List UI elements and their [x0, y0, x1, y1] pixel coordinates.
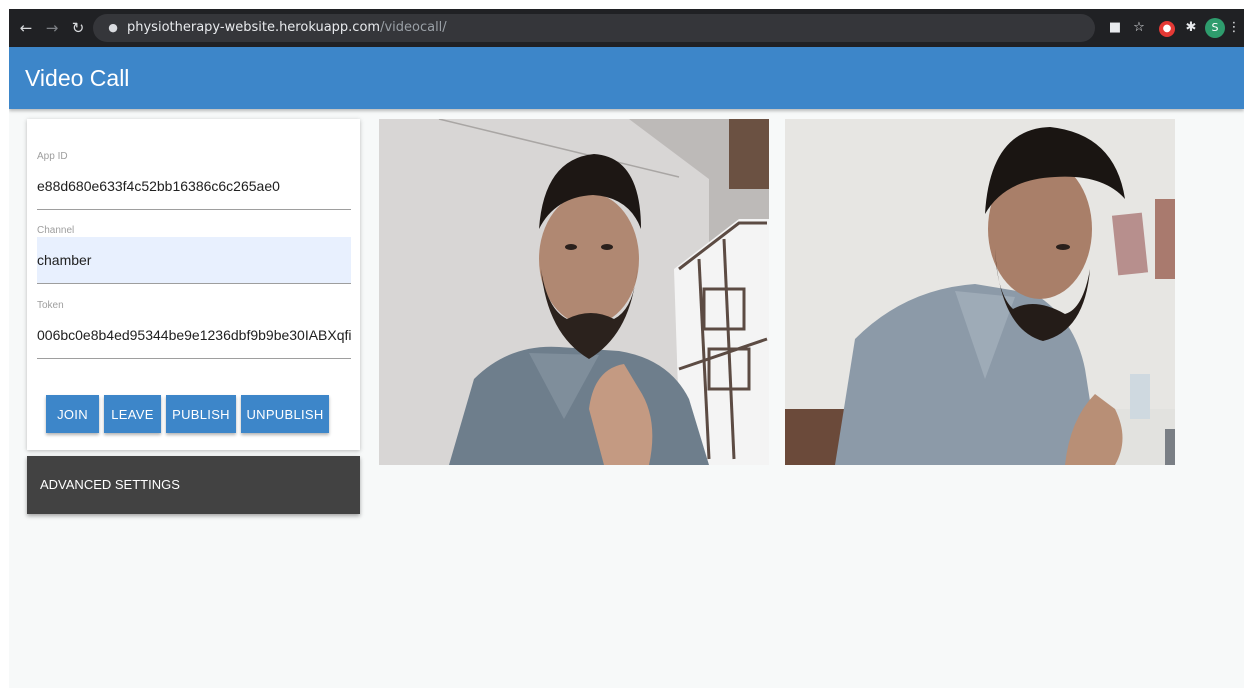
publish-button[interactable]: PUBLISH — [166, 395, 236, 433]
advanced-settings-toggle[interactable]: ADVANCED SETTINGS — [27, 456, 360, 514]
address-bar[interactable]: ● physiotherapy-website.herokuapp.com/vi… — [93, 14, 1095, 42]
app-id-label: App ID — [37, 151, 68, 162]
profile-avatar[interactable]: S — [1205, 18, 1225, 38]
join-button[interactable]: JOIN — [46, 395, 99, 433]
app-id-input[interactable] — [37, 163, 351, 210]
token-label: Token — [37, 300, 64, 311]
app-header: Video Call — [9, 47, 1244, 109]
menu-icon[interactable]: ⋮ — [1227, 18, 1241, 38]
url-host: physiotherapy-website.herokuapp.com — [127, 20, 381, 35]
puzzle-icon[interactable]: ✱ — [1181, 18, 1201, 38]
browser-window: ← → ↻ ● physiotherapy-website.herokuapp.… — [9, 9, 1244, 688]
token-input[interactable] — [37, 312, 351, 359]
url-text[interactable]: physiotherapy-website.herokuapp.com/vide… — [127, 14, 447, 42]
browser-toolbar: ← → ↻ ● physiotherapy-website.herokuapp.… — [9, 9, 1244, 47]
page-title: Video Call — [25, 65, 130, 91]
lock-icon: ● — [108, 21, 118, 34]
channel-label: Channel — [37, 225, 75, 236]
star-icon[interactable]: ☆ — [1129, 18, 1149, 38]
extension-icon[interactable]: ● — [1157, 18, 1177, 38]
local-video — [379, 119, 769, 465]
call-settings-card: App ID Channel Token JOIN LEAVE PUBLISH … — [27, 119, 360, 450]
local-video-frame — [379, 119, 769, 465]
advanced-settings-label: ADVANCED SETTINGS — [40, 477, 180, 492]
channel-input[interactable] — [37, 237, 351, 284]
url-path: /videocall/ — [380, 20, 447, 35]
cast-icon[interactable]: ■ — [1105, 18, 1125, 38]
back-icon[interactable]: ← — [15, 17, 37, 39]
remote-video — [785, 119, 1175, 465]
unpublish-button[interactable]: UNPUBLISH — [241, 395, 329, 433]
leave-button[interactable]: LEAVE — [104, 395, 161, 433]
reload-icon[interactable]: ↻ — [67, 17, 89, 39]
remote-video-frame — [785, 119, 1175, 465]
forward-icon[interactable]: → — [41, 17, 63, 39]
